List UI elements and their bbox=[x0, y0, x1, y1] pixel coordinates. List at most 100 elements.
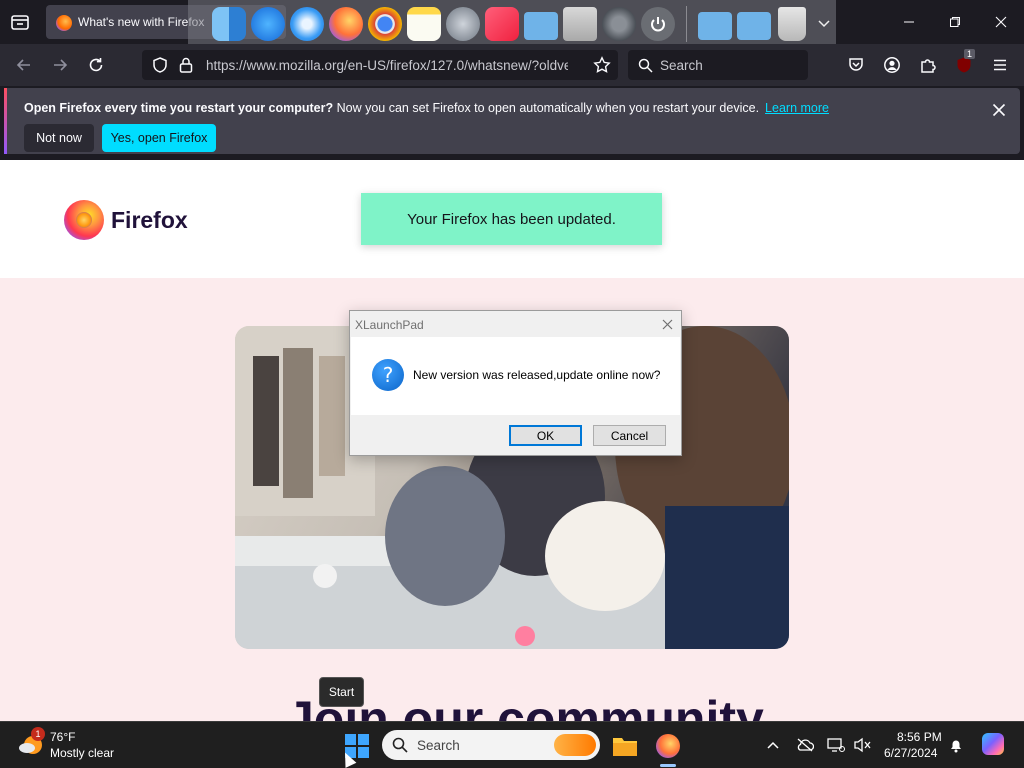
speaker-muted-icon bbox=[854, 737, 871, 753]
notes-icon[interactable] bbox=[407, 7, 441, 41]
cloud-offline-icon bbox=[797, 738, 814, 752]
url-text: https://www.mozilla.org/en-US/firefox/12… bbox=[206, 58, 568, 73]
app-store-icon[interactable] bbox=[251, 7, 285, 41]
learn-more-link[interactable]: Learn more bbox=[765, 101, 829, 115]
arrow-right-icon bbox=[54, 59, 68, 71]
firefox-icon bbox=[656, 734, 680, 758]
cloud-sync-status[interactable] bbox=[796, 736, 814, 754]
yes-open-firefox-button[interactable]: Yes, open Firefox bbox=[102, 124, 216, 152]
network-icon bbox=[827, 738, 845, 752]
shield-icon[interactable] bbox=[151, 56, 169, 74]
firefox-taskbar-button[interactable] bbox=[651, 729, 685, 763]
extension-badge: 1 bbox=[964, 49, 976, 59]
pocket-icon bbox=[849, 58, 863, 71]
notification-close-button[interactable] bbox=[987, 98, 1011, 122]
notification-bold-text: Open Firefox every time you restart your… bbox=[24, 101, 334, 115]
reload-button[interactable] bbox=[83, 52, 109, 78]
launchpad-dock bbox=[188, 0, 836, 50]
pocket-button[interactable] bbox=[843, 52, 869, 78]
close-window-button[interactable] bbox=[978, 0, 1024, 44]
account-button[interactable] bbox=[879, 52, 905, 78]
lock-icon[interactable] bbox=[178, 56, 194, 74]
account-icon bbox=[884, 57, 900, 73]
folder-icon[interactable] bbox=[698, 12, 732, 40]
copilot-button[interactable] bbox=[981, 732, 1005, 756]
chevron-up-icon bbox=[767, 741, 779, 749]
url-bar[interactable]: https://www.mozilla.org/en-US/firefox/12… bbox=[142, 50, 618, 80]
dock-separator bbox=[686, 6, 687, 42]
notifications-button[interactable] bbox=[947, 736, 965, 754]
tab-list-icon bbox=[11, 15, 29, 30]
restore-button[interactable] bbox=[932, 0, 978, 44]
search-highlight-icon bbox=[554, 734, 596, 756]
file-explorer-button[interactable] bbox=[608, 729, 642, 763]
tab-list-button[interactable] bbox=[8, 10, 32, 34]
minimize-button[interactable] bbox=[886, 0, 932, 44]
finder-icon[interactable] bbox=[212, 7, 246, 41]
music-icon[interactable] bbox=[485, 7, 519, 41]
reload-icon bbox=[89, 58, 103, 72]
clock-time[interactable]: 8:56 PM bbox=[897, 730, 942, 744]
not-now-button[interactable]: Not now bbox=[24, 124, 94, 152]
close-icon bbox=[662, 319, 672, 329]
bell-icon bbox=[951, 740, 961, 753]
ok-button[interactable]: OK bbox=[509, 425, 582, 446]
safari-icon[interactable] bbox=[290, 7, 324, 41]
notification-message: Open Firefox every time you restart your… bbox=[24, 101, 829, 115]
close-icon bbox=[992, 103, 1006, 117]
system-preferences-icon[interactable] bbox=[602, 7, 636, 41]
hamburger-menu-icon bbox=[994, 59, 1006, 71]
volume-status[interactable] bbox=[853, 736, 871, 754]
server-icon[interactable] bbox=[563, 7, 597, 41]
bookmark-star-icon[interactable] bbox=[593, 56, 611, 74]
default-browser-notification: Open Firefox every time you restart your… bbox=[4, 88, 1020, 154]
ublock-button[interactable]: 1 bbox=[951, 49, 977, 78]
search-icon bbox=[392, 737, 408, 753]
trash-icon[interactable] bbox=[778, 7, 806, 41]
back-button[interactable] bbox=[11, 52, 37, 78]
weather-badge: 1 bbox=[31, 727, 45, 741]
firefox-wordmark[interactable]: Firefox bbox=[111, 207, 188, 234]
search-bar[interactable]: Search bbox=[628, 50, 808, 80]
power-icon[interactable] bbox=[641, 7, 675, 41]
folder-icon[interactable] bbox=[737, 12, 771, 40]
dialog-message: New version was released,update online n… bbox=[413, 368, 661, 382]
arrow-left-icon bbox=[16, 59, 30, 71]
start-tooltip: Start bbox=[319, 677, 364, 707]
firefox-icon[interactable] bbox=[329, 7, 363, 41]
close-icon bbox=[995, 16, 1007, 28]
network-status[interactable] bbox=[827, 736, 845, 754]
dialog-title: XLaunchPad bbox=[355, 318, 424, 332]
extensions-button[interactable] bbox=[915, 52, 941, 78]
firefox-logo-icon[interactable] bbox=[64, 200, 104, 240]
restore-icon bbox=[950, 17, 960, 27]
forward-button[interactable] bbox=[47, 52, 73, 78]
chrome-icon[interactable] bbox=[368, 7, 402, 41]
question-icon: ? bbox=[372, 359, 404, 391]
navigation-toolbar: https://www.mozilla.org/en-US/firefox/12… bbox=[0, 44, 1024, 86]
menu-button[interactable] bbox=[987, 52, 1013, 78]
cancel-button[interactable]: Cancel bbox=[593, 425, 666, 446]
notification-text: Now you can set Firefox to open automati… bbox=[336, 101, 760, 115]
dialog-close-button[interactable] bbox=[659, 316, 675, 332]
clock-date[interactable]: 6/27/2024 bbox=[884, 746, 937, 760]
page-header: Firefox Your Firefox has been updated. bbox=[0, 160, 1024, 278]
launchpad-icon[interactable] bbox=[446, 7, 480, 41]
weather-temperature[interactable]: 76°F bbox=[50, 730, 75, 744]
screen: What's new with Firefox https://www.mozi… bbox=[0, 0, 1024, 768]
search-icon bbox=[638, 58, 653, 73]
search-placeholder: Search bbox=[660, 58, 703, 73]
firefox-favicon-icon bbox=[56, 15, 72, 31]
update-toast: Your Firefox has been updated. bbox=[361, 193, 662, 245]
puzzle-icon bbox=[921, 59, 936, 73]
copilot-icon bbox=[982, 733, 1004, 755]
folder-icon[interactable] bbox=[524, 12, 558, 40]
show-hidden-icons-button[interactable] bbox=[764, 736, 782, 754]
taskbar-search-box[interactable]: Search bbox=[382, 730, 600, 760]
dialog-body: ? New version was released,update online… bbox=[351, 337, 680, 415]
xlaunchpad-update-dialog: XLaunchPad ? New version was released,up… bbox=[349, 310, 682, 456]
weather-description[interactable]: Mostly clear bbox=[50, 746, 114, 760]
active-app-indicator bbox=[660, 764, 676, 767]
folder-icon bbox=[613, 738, 637, 756]
dock-expand-icon[interactable] bbox=[818, 16, 830, 34]
